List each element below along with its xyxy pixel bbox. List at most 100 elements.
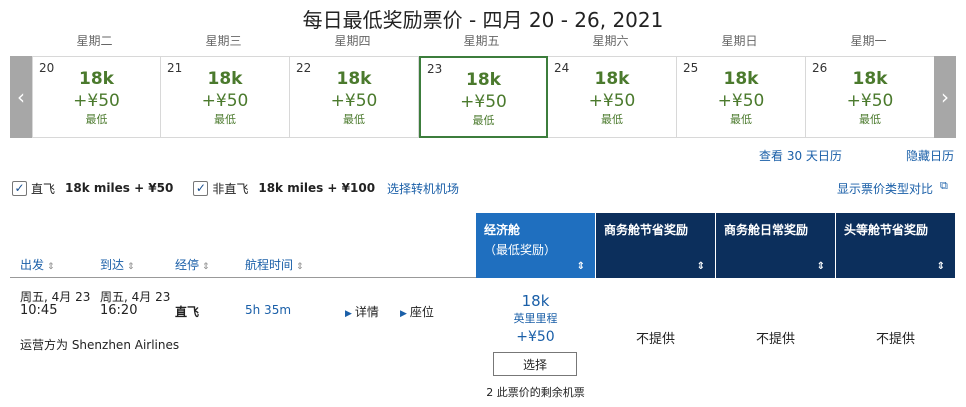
sort-icon: ⇕: [202, 262, 210, 272]
fare-column-business-saver[interactable]: 商务舱节省奖励 ⇕: [596, 213, 715, 278]
column-label: 航程时间: [245, 258, 294, 272]
fare-column-title: 头等舱节省奖励: [844, 223, 929, 237]
fare-column-first-saver[interactable]: 头等舱节省奖励 ⇕: [836, 213, 955, 278]
day-lowest-label: 最低: [730, 113, 752, 126]
sort-duration-header[interactable]: 航程时间 ⇕: [245, 256, 304, 273]
caret-right-icon: ▶: [400, 309, 407, 319]
nonstop-price: 18k miles + ¥50: [65, 181, 174, 195]
business-everyday-unavailable: 不提供: [755, 332, 795, 347]
day-fee: +¥50: [460, 92, 507, 112]
day-lowest-label: 最低: [343, 113, 365, 126]
stops-value: 直飞: [175, 305, 200, 319]
calendar-day[interactable]: 22 18k +¥50 最低: [290, 56, 419, 138]
economy-miles: 18k: [521, 292, 550, 310]
sort-stops-header[interactable]: 经停 ⇕: [175, 256, 210, 273]
calendar-day[interactable]: 21 18k +¥50 最低: [161, 56, 290, 138]
stop-filters: ✓ 直飞 18k miles + ¥50 ✓ 非直飞 18k miles + ¥…: [12, 178, 459, 198]
caret-right-icon: ▶: [345, 309, 352, 319]
view-30-day-calendar-link[interactable]: 查看 30 天日历: [759, 147, 842, 164]
weekday-label: 星期一: [850, 34, 887, 48]
flight-details-link[interactable]: ▶ 详情: [345, 303, 379, 320]
weekday-label: 星期三: [205, 34, 242, 48]
connecting-price: 18k miles + ¥100: [258, 181, 376, 195]
day-lowest-label: 最低: [472, 114, 495, 127]
weekday-label: 星期四: [334, 34, 371, 48]
checkmark-icon: ✓: [14, 181, 25, 195]
first-saver-unavailable: 不提供: [875, 332, 915, 347]
sort-depart-header[interactable]: 出发 ⇕: [20, 256, 55, 273]
nonstop-label: 直飞: [31, 181, 56, 196]
weekday-header: 星期二 星期三 星期四 星期五 星期六 星期日 星期一: [30, 32, 936, 50]
connecting-label: 非直飞: [212, 181, 249, 196]
page-title: 每日最低奖励票价 - 四月 20 - 26, 2021: [302, 8, 664, 32]
select-connection-airport-link[interactable]: 选择转机机场: [387, 180, 459, 197]
duration-value: 5h 35m: [245, 303, 292, 317]
day-miles: 18k: [466, 70, 501, 90]
business-saver-unavailable: 不提供: [635, 332, 675, 347]
day-miles: 18k: [594, 69, 630, 89]
link-label: 详情: [354, 305, 379, 319]
day-lowest-label: 最低: [859, 113, 881, 126]
day-fee: +¥50: [330, 91, 378, 111]
fare-column-title: 商务舱日常奖励: [724, 223, 809, 237]
fare-column-title: 经济舱: [484, 223, 521, 237]
column-label: 出发: [20, 258, 45, 272]
fare-column-business-everyday[interactable]: 商务舱日常奖励 ⇕: [716, 213, 835, 278]
day-lowest-label: 最低: [85, 113, 108, 126]
day-miles: 18k: [852, 69, 888, 89]
day-miles: 18k: [723, 69, 759, 89]
day-miles: 18k: [207, 69, 243, 89]
checkmark-icon: ✓: [195, 181, 206, 195]
link-label: 座位: [409, 305, 434, 319]
day-lowest-label: 最低: [214, 113, 236, 126]
weekday-label: 星期六: [592, 34, 629, 48]
chevron-left-icon: ‹: [17, 85, 25, 109]
nonstop-checkbox[interactable]: ✓: [12, 180, 27, 196]
weekday-label: 星期日: [721, 34, 758, 48]
sort-icon: ⇕: [576, 261, 585, 272]
fare-calendar: ‹ 20 18k +¥50 最低 21 18k +¥50 最低 22 18k +…: [10, 56, 956, 138]
seats-remaining: 2 此票价的剩余机票: [486, 386, 585, 399]
day-miles: 18k: [79, 69, 114, 89]
day-fee: +¥50: [73, 91, 120, 111]
column-label: 经停: [175, 258, 200, 272]
arrive-time: 16:20: [100, 303, 138, 318]
economy-price: +¥50: [516, 329, 555, 345]
day-fee: +¥50: [846, 91, 894, 111]
economy-fare-cell: 18k 英里里程 +¥50: [476, 292, 595, 345]
day-lowest-label: 最低: [601, 113, 623, 126]
sort-icon: ⇕: [296, 262, 304, 272]
hide-calendar-link[interactable]: 隐藏日历: [906, 147, 954, 164]
calendar-day-selected[interactable]: 23 18k +¥50 最低: [419, 56, 548, 138]
calendar-day[interactable]: 24 18k +¥50 最低: [548, 56, 677, 138]
sort-icon: ⇕: [816, 261, 825, 272]
external-window-icon[interactable]: ⧉: [940, 179, 948, 193]
sort-icon: ⇕: [47, 262, 55, 272]
sort-icon: ⇕: [696, 261, 705, 272]
fare-column-subtitle: （最低奖励）: [484, 243, 557, 257]
economy-miles-unit: 英里里程: [513, 312, 558, 325]
calendar-day[interactable]: 25 18k +¥50 最低: [677, 56, 806, 138]
calendar-next-button[interactable]: ›: [934, 56, 956, 138]
weekday-label: 星期二: [76, 34, 113, 48]
day-fee: +¥50: [717, 91, 765, 111]
chevron-right-icon: ›: [941, 85, 949, 109]
column-label: 到达: [100, 258, 125, 272]
fare-column-economy[interactable]: 经济舱 （最低奖励） ⇕: [476, 213, 595, 278]
header-divider: [10, 277, 476, 278]
seat-map-link[interactable]: ▶ 座位: [400, 303, 434, 320]
fare-column-title: 商务舱节省奖励: [604, 223, 689, 237]
day-miles: 18k: [336, 69, 372, 89]
connecting-checkbox[interactable]: ✓: [193, 180, 209, 196]
day-fee: +¥50: [201, 91, 249, 111]
operated-by: 运营方为 Shenzhen Airlines: [20, 338, 180, 352]
sort-icon: ⇕: [127, 262, 135, 272]
select-fare-button[interactable]: 选择: [493, 352, 577, 376]
calendar-prev-button[interactable]: ‹: [10, 56, 32, 138]
compare-fare-types-link[interactable]: 显示票价类型对比: [837, 180, 933, 197]
day-fee: +¥50: [588, 91, 636, 111]
calendar-day[interactable]: 20 18k +¥50 最低: [32, 56, 161, 138]
depart-time: 10:45: [20, 303, 58, 318]
calendar-day[interactable]: 26 18k +¥50 最低: [806, 56, 935, 138]
sort-arrive-header[interactable]: 到达 ⇕: [100, 256, 135, 273]
